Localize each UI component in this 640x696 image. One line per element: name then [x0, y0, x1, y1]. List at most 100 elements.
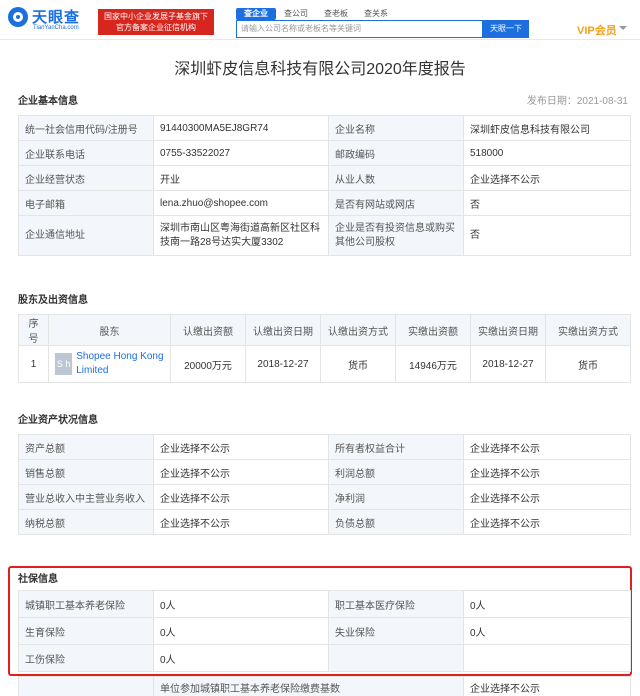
social-insurance-base-table: 单位参加城镇职工基本养老保险缴费基数 企业选择不公示: [18, 676, 631, 696]
section-title-assets: 企业资产状况信息: [18, 415, 98, 426]
search-tabs: 查企业 查公司 查老板 查关系: [236, 8, 396, 20]
value-cell: 0人: [463, 590, 631, 618]
label-cell: 利润总额: [328, 459, 464, 485]
social-insurance-table: 城镇职工基本养老保险 0人 职工基本医疗保险 0人 生育保险 0人 失业保险 0…: [18, 590, 631, 672]
label-cell: 是否有网站或网店: [328, 190, 464, 216]
table-row: 生育保险 0人 失业保险 0人: [18, 617, 631, 645]
value-cell: 0人: [153, 617, 329, 645]
label-cell: 企业名称: [328, 115, 464, 141]
page-title: 深圳虾皮信息科技有限公司2020年度报告: [174, 61, 466, 78]
top-header: 天眼查 TianYanCha.com 国家中小企业发展子基金旗下 官方备案企业征…: [0, 0, 640, 40]
label-cell: 净利润: [328, 484, 464, 510]
shareholder-name-link[interactable]: Shopee Hong Kong Limited: [76, 350, 164, 378]
table-row: 城镇职工基本养老保险 0人 职工基本医疗保险 0人: [18, 590, 631, 618]
table-row: 纳税总额 企业选择不公示 负债总额 企业选择不公示: [18, 509, 631, 535]
label-cell: 城镇职工基本养老保险: [18, 590, 154, 618]
search-input[interactable]: 请输入公司名称或老板名等关键词: [236, 20, 483, 38]
vip-member-link[interactable]: VIP会员: [577, 22, 627, 38]
table-row: 工伤保险 0人: [18, 644, 631, 672]
paid-amount-cell: 14946万元: [395, 345, 471, 383]
value-cell: 0人: [153, 590, 329, 618]
column-header: 认缴出资日期: [245, 314, 321, 346]
column-header: 实缴出资日期: [470, 314, 546, 346]
tianyancha-logo-icon[interactable]: [8, 7, 28, 27]
label-cell: 统一社会信用代码/注册号: [18, 115, 154, 141]
label-cell: [18, 676, 154, 696]
section-title-basic: 企业基本信息: [18, 96, 78, 107]
label-cell: 工伤保险: [18, 644, 154, 672]
column-header: 股东: [48, 314, 171, 346]
paid-method-cell: 货币: [545, 345, 631, 383]
sub-date-cell: 2018-12-27: [245, 345, 321, 383]
table-row: 1 S h Shopee Hong Kong Limited 20000万元 2…: [18, 345, 631, 383]
publish-date: 发布日期：2021-08-31: [526, 96, 628, 107]
badge-line-1: 国家中小企业发展子基金旗下: [104, 12, 208, 21]
table-row: 销售总额 企业选择不公示 利润总额 企业选择不公示: [18, 459, 631, 485]
column-header: 序号: [18, 314, 49, 346]
label-cell: 生育保险: [18, 617, 154, 645]
sub-method-cell: 货币: [320, 345, 396, 383]
label-cell: 资产总额: [18, 434, 154, 460]
label-cell: 企业通信地址: [18, 215, 154, 256]
table-row: 企业联系电话 0755-33522027 邮政编码 518000: [18, 140, 631, 166]
value-cell: 开业: [153, 165, 329, 191]
label-cell: 营业总收入中主营业务收入: [18, 484, 154, 510]
value-cell: 企业选择不公示: [153, 434, 329, 460]
label-cell: 企业联系电话: [18, 140, 154, 166]
section-title-social: 社保信息: [18, 574, 58, 585]
tab-company[interactable]: 查公司: [276, 8, 316, 20]
label-cell: 纳税总额: [18, 509, 154, 535]
table-row: 单位参加城镇职工基本养老保险缴费基数 企业选择不公示: [18, 676, 631, 696]
value-cell: 企业选择不公示: [463, 484, 631, 510]
column-header: 认缴出资方式: [320, 314, 396, 346]
value-cell: 企业选择不公示: [463, 459, 631, 485]
value-cell: 0人: [463, 617, 631, 645]
assets-table: 资产总额 企业选择不公示 所有者权益合计 企业选择不公示 销售总额 企业选择不公…: [18, 434, 631, 535]
value-cell: 企业选择不公示: [153, 484, 329, 510]
value-cell: 企业选择不公示: [463, 165, 631, 191]
value-cell: [463, 644, 631, 672]
value-cell: 0人: [153, 644, 329, 672]
section-title-shareholders: 股东及出资信息: [18, 295, 88, 306]
table-row: 统一社会信用代码/注册号 91440300MA5EJ8GR74 企业名称 深圳虾…: [18, 115, 631, 141]
logo-subtext: TianYanCha.com: [33, 25, 79, 31]
value-cell: 91440300MA5EJ8GR74: [153, 115, 329, 141]
column-header: 认缴出资额: [170, 314, 246, 346]
base-value-cell: 企业选择不公示: [463, 676, 631, 696]
label-cell: 销售总额: [18, 459, 154, 485]
index-cell: 1: [18, 345, 49, 383]
label-cell: 失业保险: [328, 617, 464, 645]
tab-company-search[interactable]: 查企业: [236, 8, 276, 20]
table-row: 企业通信地址 深圳市南山区粤海街道高新区社区科技南一路28号达实大厦3302 企…: [18, 215, 631, 256]
value-cell: 深圳虾皮信息科技有限公司: [463, 115, 631, 141]
certification-badge[interactable]: 国家中小企业发展子基金旗下 官方备案企业征信机构: [98, 9, 214, 35]
table-row: 企业经营状态 开业 从业人数 企业选择不公示: [18, 165, 631, 191]
tab-boss[interactable]: 查老板: [316, 8, 356, 20]
value-cell: 0755-33522027: [153, 140, 329, 166]
shareholder-cell: S h Shopee Hong Kong Limited: [48, 345, 171, 383]
sub-amount-cell: 20000万元: [170, 345, 246, 383]
tab-relation[interactable]: 查关系: [356, 8, 396, 20]
label-cell: [328, 644, 464, 672]
table-row: 电子邮箱 lena.zhuo@shopee.com 是否有网站或网店 否: [18, 190, 631, 216]
shareholder-avatar: S h: [55, 353, 73, 375]
search-button[interactable]: 天眼一下: [483, 20, 529, 38]
label-cell: 邮政编码: [328, 140, 464, 166]
value-cell: 企业选择不公示: [153, 459, 329, 485]
label-cell: 企业是否有投资信息或购买其他公司股权: [328, 215, 464, 256]
value-cell: 企业选择不公示: [153, 509, 329, 535]
logo-text[interactable]: 天眼查: [32, 6, 80, 27]
label-cell: 职工基本医疗保险: [328, 590, 464, 618]
table-row: 营业总收入中主营业务收入 企业选择不公示 净利润 企业选择不公示: [18, 484, 631, 510]
paid-date-cell: 2018-12-27: [470, 345, 546, 383]
badge-line-2: 官方备案企业征信机构: [116, 23, 196, 32]
column-header: 实缴出资额: [395, 314, 471, 346]
base-label-cell: 单位参加城镇职工基本养老保险缴费基数: [153, 676, 464, 696]
table-row: 资产总额 企业选择不公示 所有者权益合计 企业选择不公示: [18, 434, 631, 460]
label-cell: 负债总额: [328, 509, 464, 535]
label-cell: 从业人数: [328, 165, 464, 191]
shareholders-table: 序号 股东 认缴出资额 认缴出资日期 认缴出资方式 实缴出资额 实缴出资日期 实…: [18, 314, 631, 383]
value-cell: 企业选择不公示: [463, 434, 631, 460]
value-cell: 企业选择不公示: [463, 509, 631, 535]
value-cell: 深圳市南山区粤海街道高新区社区科技南一路28号达实大厦3302: [153, 215, 329, 256]
